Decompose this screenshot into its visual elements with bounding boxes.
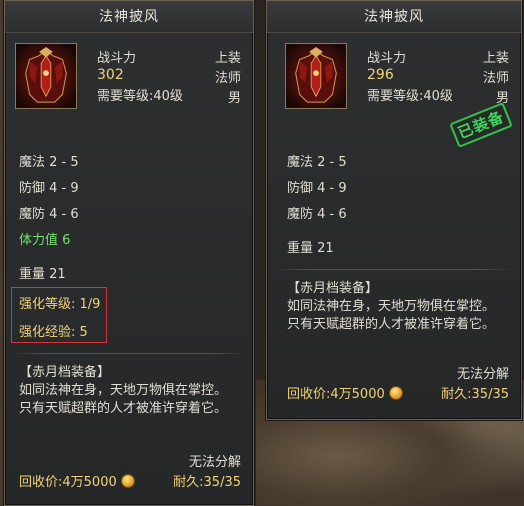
attr-magic: 魔法 2 - 5: [287, 155, 347, 170]
equip-slot: 上装: [214, 51, 241, 66]
gender-requirement: 男: [227, 91, 241, 106]
power-value: 302: [97, 67, 124, 83]
attr-magic-defense: 魔防 4 - 6: [287, 207, 347, 222]
weight: 重量 21: [19, 267, 66, 282]
description-line-2: 只有天赋超群的人才被准许穿着它。: [287, 317, 496, 332]
class-requirement: 法师: [482, 71, 509, 86]
weight: 重量 21: [287, 241, 334, 256]
description-line-2: 只有天赋超群的人才被准许穿着它。: [19, 401, 228, 416]
attr-stamina: 体力值 6: [19, 233, 71, 248]
power-label: 战斗力: [97, 51, 137, 66]
durability: 耐久:35/35: [441, 387, 509, 402]
description-line-1: 如同法神在身，天地万物俱在掌控。: [287, 299, 496, 314]
description-line-1: 如同法神在身，天地万物俱在掌控。: [19, 383, 228, 398]
divider: [13, 353, 245, 354]
equip-slot: 上装: [482, 51, 509, 66]
decompose-status: 无法分解: [188, 455, 241, 470]
recycle-price-text: 回收价:4万5000: [19, 475, 117, 490]
recycle-price-text: 回收价:4万5000: [287, 387, 385, 402]
recycle-price: 回收价:4万5000: [19, 471, 135, 490]
divider: [275, 269, 513, 270]
attr-defense: 防御 4 - 9: [287, 181, 347, 196]
armor-cloak-icon: [285, 43, 347, 109]
enhance-level: 强化等级: 1/9: [19, 297, 101, 312]
attr-magic: 魔法 2 - 5: [19, 155, 79, 170]
armor-cloak-icon: [15, 43, 77, 109]
set-name: 【赤月档装备】: [287, 281, 379, 296]
durability: 耐久:35/35: [173, 475, 241, 490]
recycle-price: 回收价:4万5000: [287, 383, 403, 402]
gold-coin-icon: [120, 474, 135, 488]
level-requirement: 需要等级:40级: [97, 89, 183, 104]
enhance-exp: 强化经验: 5: [19, 325, 88, 340]
attr-magic-defense: 魔防 4 - 6: [19, 207, 79, 222]
class-requirement: 法师: [214, 71, 241, 86]
item-tooltip-right: 法神披风 战斗力 296 需要等级:40级 上装 法师 男 魔法 2 - 5 防…: [266, 0, 522, 420]
item-tooltip-left: 法神披风 战斗力 302 需要等级:40级 上装 法师 男 魔法 2 - 5 防…: [4, 0, 254, 506]
power-label: 战斗力: [367, 51, 407, 66]
attr-defense: 防御 4 - 9: [19, 181, 79, 196]
item-title: 法神披风: [267, 1, 521, 33]
gold-coin-icon: [388, 386, 403, 400]
decompose-status: 无法分解: [456, 367, 509, 382]
set-name: 【赤月档装备】: [19, 365, 111, 380]
power-value: 296: [367, 67, 394, 83]
item-title: 法神披风: [5, 1, 253, 33]
level-requirement: 需要等级:40级: [367, 89, 453, 104]
